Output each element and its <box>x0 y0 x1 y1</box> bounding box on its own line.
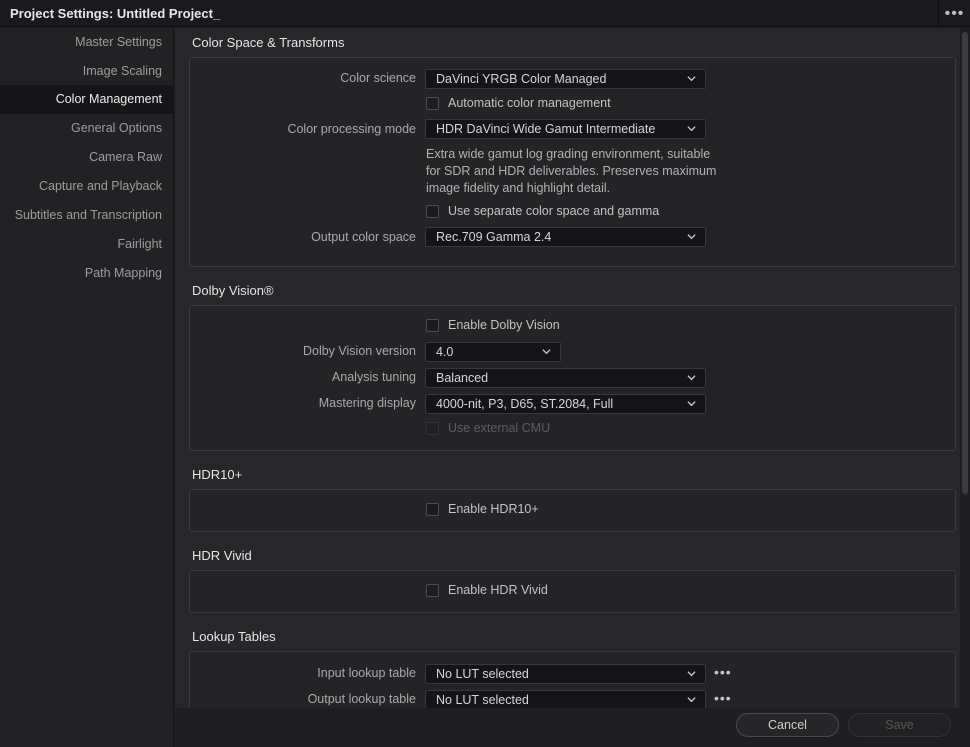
input-lut-value: No LUT selected <box>436 667 529 681</box>
title-bar: Project Settings: Untitled Project_ ••• <box>0 0 970 27</box>
sidebar-item-subtitles-and-transcription[interactable]: Subtitles and Transcription <box>0 201 174 230</box>
analysis-tuning-value: Balanced <box>436 371 489 385</box>
input-lut-dropdown[interactable]: No LUT selected <box>425 664 706 684</box>
more-options-icon[interactable]: ••• <box>938 0 970 27</box>
dolby-vision-version-dropdown[interactable]: 4.0 <box>425 342 561 362</box>
sidebar-item-color-management[interactable]: Color Management <box>0 85 174 114</box>
separate-color-space-label: Use separate color space and gamma <box>448 204 660 218</box>
save-button: Save <box>848 713 951 737</box>
mastering-display-label: Mastering display <box>318 396 416 410</box>
separate-color-space-checkbox[interactable] <box>426 205 439 218</box>
color-processing-mode-value: HDR DaVinci Wide Gamut Intermediate <box>436 122 656 136</box>
auto-color-management-checkbox[interactable] <box>426 97 439 110</box>
output-color-space-value: Rec.709 Gamma 2.4 <box>436 230 552 244</box>
color-processing-mode-description: Extra wide gamut log grading environment… <box>426 147 717 195</box>
chevron-down-icon <box>687 126 696 132</box>
output-color-space-label: Output color space <box>311 230 416 244</box>
analysis-tuning-label: Analysis tuning <box>331 370 416 384</box>
section-title-color-space: Color Space & Transforms <box>192 35 345 50</box>
color-science-label: Color science <box>340 71 416 85</box>
chevron-down-icon <box>687 375 696 381</box>
color-processing-mode-dropdown[interactable]: HDR DaVinci Wide Gamut Intermediate <box>425 119 706 139</box>
output-lut-label: Output lookup table <box>307 692 416 706</box>
chevron-down-icon <box>687 401 696 407</box>
dialog-footer: Cancel Save <box>175 708 970 747</box>
sidebar-item-capture-and-playback[interactable]: Capture and Playback <box>0 172 174 201</box>
output-lut-dropdown[interactable]: No LUT selected <box>425 690 706 708</box>
settings-content: Color Space & Transforms Color science D… <box>175 28 960 708</box>
sidebar-item-master-settings[interactable]: Master Settings <box>0 28 174 57</box>
scrollbar-thumb[interactable] <box>962 32 968 494</box>
output-lut-more-icon[interactable]: ••• <box>714 690 732 706</box>
dolby-vision-version-value: 4.0 <box>436 345 454 359</box>
chevron-down-icon <box>542 349 551 355</box>
chevron-down-icon <box>687 234 696 240</box>
analysis-tuning-dropdown[interactable]: Balanced <box>425 368 706 388</box>
color-processing-mode-label: Color processing mode <box>287 122 416 136</box>
enable-hdr10-plus-checkbox[interactable] <box>426 503 439 516</box>
enable-hdr-vivid-label: Enable HDR Vivid <box>448 583 548 597</box>
window-title: Project Settings: Untitled Project_ <box>10 6 221 21</box>
section-title-lookup-tables: Lookup Tables <box>192 629 276 644</box>
settings-sidebar: Master Settings Image Scaling Color Mana… <box>0 28 174 747</box>
enable-hdr-vivid-checkbox[interactable] <box>426 584 439 597</box>
output-lut-value: No LUT selected <box>436 693 529 707</box>
dolby-vision-version-label: Dolby Vision version <box>302 344 416 358</box>
sidebar-item-path-mapping[interactable]: Path Mapping <box>0 259 174 288</box>
input-lut-label: Input lookup table <box>317 666 416 680</box>
sidebar-item-general-options[interactable]: General Options <box>0 114 174 143</box>
sidebar-item-camera-raw[interactable]: Camera Raw <box>0 143 174 172</box>
chevron-down-icon <box>687 76 696 82</box>
content-scrollbar[interactable] <box>960 28 970 708</box>
enable-hdr10-plus-label: Enable HDR10+ <box>448 502 539 516</box>
auto-color-management-label: Automatic color management <box>448 96 611 110</box>
output-color-space-dropdown[interactable]: Rec.709 Gamma 2.4 <box>425 227 706 247</box>
mastering-display-dropdown[interactable]: 4000-nit, P3, D65, ST.2084, Full <box>425 394 706 414</box>
mastering-display-value: 4000-nit, P3, D65, ST.2084, Full <box>436 397 614 411</box>
cancel-button[interactable]: Cancel <box>736 713 839 737</box>
section-title-hdr10-plus: HDR10+ <box>192 467 243 482</box>
input-lut-more-icon[interactable]: ••• <box>714 664 732 680</box>
hdr10-plus-panel <box>189 489 956 532</box>
sidebar-item-fairlight[interactable]: Fairlight <box>0 230 174 259</box>
section-title-hdr-vivid: HDR Vivid <box>192 548 252 563</box>
enable-dolby-vision-checkbox[interactable] <box>426 319 439 332</box>
sidebar-item-image-scaling[interactable]: Image Scaling <box>0 57 174 86</box>
color-science-value: DaVinci YRGB Color Managed <box>436 72 607 86</box>
use-external-cmu-label: Use external CMU <box>448 421 551 435</box>
chevron-down-icon <box>687 697 696 703</box>
chevron-down-icon <box>687 671 696 677</box>
use-external-cmu-checkbox <box>426 422 439 435</box>
section-title-dolby-vision: Dolby Vision® <box>192 283 274 298</box>
hdr-vivid-panel <box>189 570 956 613</box>
enable-dolby-vision-label: Enable Dolby Vision <box>448 318 560 332</box>
color-science-dropdown[interactable]: DaVinci YRGB Color Managed <box>425 69 706 89</box>
